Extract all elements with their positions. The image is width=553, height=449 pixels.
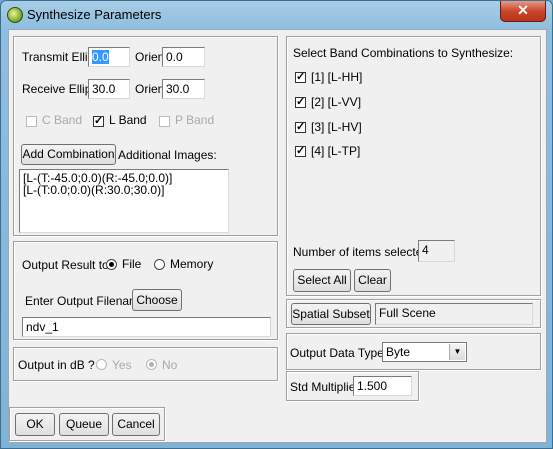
spatial-subset-panel: Spatial Subset Full Scene [286,299,541,328]
output-result-label: Output Result to [22,258,109,272]
ok-button[interactable]: OK [15,413,55,436]
receive-ellip-field[interactable]: 30.0 [88,79,130,99]
title-bar[interactable]: Synthesize Parameters ✕ [1,1,552,29]
chevron-down-icon[interactable]: ▼ [449,344,465,360]
output-filename-field[interactable]: ndv_1 [22,317,271,337]
band-combo-label-2: [2] [L-VV] [311,95,362,109]
dialog-client-area: Transmit Ellip 0.0 Orien 0.0 Receive Ell… [8,29,547,443]
band-combo-label-1: [1] [L-HH] [311,70,363,84]
db-no-label: No [162,358,178,372]
data-type-panel: Output Data Type Byte ▼ [286,333,541,370]
transmit-orien-label: Orien [135,50,165,64]
c-band-label: C Band [42,113,83,127]
select-all-button[interactable]: Select All [293,269,351,292]
data-type-label: Output Data Type [290,346,384,360]
band-combo-checkbox-4[interactable]: ✓ [295,145,306,157]
l-band-checkbox[interactable]: ✓ [93,115,104,127]
memory-radio-label: Memory [170,257,214,271]
db-no-radio[interactable] [146,359,157,370]
check-icon: ✓ [94,115,104,127]
band-combo-checkbox-1[interactable]: ✓ [295,71,306,83]
transmit-ellip-label: Transmit Ellip [22,50,95,64]
output-panel: Output Result to File Memory Enter Outpu… [13,241,278,340]
close-button[interactable]: ✕ [500,1,546,22]
choose-button[interactable]: Choose [132,289,182,311]
dialog-window: Synthesize Parameters ✕ Transmit Ellip 0… [0,0,553,449]
band-combinations-panel: Select Band Combinations to Synthesize: … [286,36,541,296]
cancel-button[interactable]: Cancel [112,413,160,436]
file-radio-label: File [122,257,142,271]
spatial-subset-button[interactable]: Spatial Subset [291,303,371,325]
std-multiplier-field[interactable]: 1.500 [353,376,412,396]
spatial-subset-value: Full Scene [375,303,533,325]
band-combo-checkbox-2[interactable]: ✓ [295,96,306,108]
list-item[interactable]: [L-(T:0.0;0.0)(R:30.0;30.0)] [23,184,225,196]
transmit-ellip-field[interactable]: 0.0 [88,47,130,67]
db-yes-radio[interactable] [96,359,107,370]
band-combo-label-4: [4] [L-TP] [311,144,361,158]
std-multiplier-panel: Std Multiplier 1.500 [286,371,419,401]
band-combo-label-3: [3] [L-HV] [311,120,362,134]
l-band-label: L Band [109,113,147,127]
additional-images-list[interactable]: [L-(T:-45.0;0.0)(R:-45.0;0.0)] [L-(T:0.0… [19,169,229,233]
add-combination-button[interactable]: Add Combination [21,144,116,165]
clear-button[interactable]: Clear [354,269,391,292]
band-combinations-heading: Select Band Combinations to Synthesize: [293,46,514,60]
c-band-checkbox[interactable] [26,116,37,127]
receive-orien-field[interactable]: 30.0 [162,79,205,99]
file-radio[interactable] [106,259,117,270]
p-band-checkbox[interactable] [159,116,170,127]
std-multiplier-label: Std Multiplier [290,380,360,394]
items-selected-label: Number of items selected: [293,245,433,259]
close-icon: ✕ [517,2,529,18]
memory-radio[interactable] [154,259,165,270]
p-band-label: P Band [175,113,215,127]
queue-button[interactable]: Queue [59,413,109,436]
db-yes-label: Yes [112,358,132,372]
receive-orien-label: Orien [135,82,165,96]
action-buttons-panel: OK Queue Cancel [9,407,165,441]
band-combo-checkbox-3[interactable]: ✓ [295,121,306,133]
app-globe-icon [7,7,23,23]
additional-images-label: Additional Images: [118,148,217,162]
db-panel: Output in dB ? Yes No [13,347,278,381]
db-label: Output in dB ? [18,358,95,372]
items-selected-count: 4 [418,240,455,262]
window-title: Synthesize Parameters [27,7,162,22]
transmit-orien-field[interactable]: 0.0 [162,47,205,67]
output-filename-label: Enter Output Filename [25,294,146,308]
receive-ellip-label: Receive Ellip [22,82,92,96]
data-type-select[interactable]: Byte ▼ [382,342,467,362]
ellipticity-panel: Transmit Ellip 0.0 Orien 0.0 Receive Ell… [13,36,278,236]
